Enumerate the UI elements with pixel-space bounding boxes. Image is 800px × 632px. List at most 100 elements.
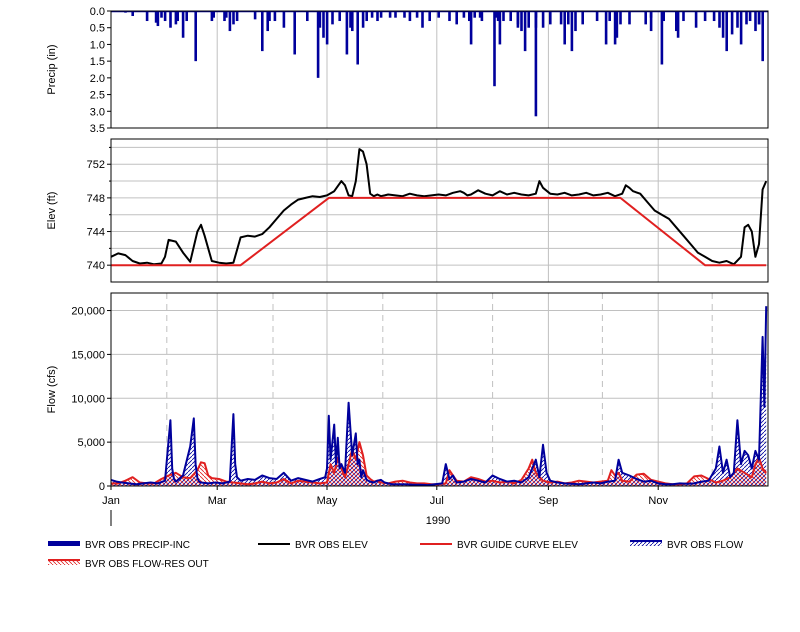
- precip-bar: [408, 11, 412, 22]
- precip-ytick-label: 3.0: [90, 106, 105, 118]
- precip-bar: [469, 11, 473, 45]
- precip-bar: [253, 11, 257, 20]
- precip-bar: [660, 11, 664, 65]
- precip-ytick-label: 2.0: [90, 73, 105, 85]
- legend-swatch-precip: [48, 541, 80, 546]
- flow-xtick-label: Sep: [539, 495, 559, 507]
- precip-bar: [757, 11, 761, 25]
- hydrograph-figure: 0.0 0.5 1.0 1.5 2.0 2.5 3.0 3.5 Precip (in) 740 74…: [0, 0, 800, 627]
- precip-bar: [163, 11, 167, 22]
- precip-bar: [559, 11, 563, 25]
- precip-bar: [235, 11, 239, 22]
- flow-xtick-label: Jan: [102, 495, 120, 507]
- precip-bar: [527, 11, 530, 28]
- precip-bar: [739, 11, 743, 45]
- precip-bar: [712, 11, 716, 22]
- precip-bar: [567, 11, 570, 25]
- precip-bar: [318, 11, 322, 28]
- flow-ytick-label: 20,000: [71, 306, 105, 318]
- flow-ytick-label: 5,000: [77, 437, 105, 449]
- precip-bar: [345, 11, 349, 55]
- precip-bar: [581, 11, 584, 25]
- precip-bar: [682, 11, 685, 22]
- precip-bar: [604, 11, 608, 45]
- precip-bar: [694, 11, 698, 28]
- precip-bar: [703, 11, 707, 22]
- flow-xtick-label: Nov: [648, 495, 668, 507]
- precip-bar: [356, 11, 359, 65]
- flow-ytick-label: 10,000: [71, 393, 105, 405]
- precip-bar: [365, 11, 368, 22]
- flow-xtick-label: May: [317, 495, 338, 507]
- precip-bar: [549, 11, 552, 25]
- precip-bar: [421, 11, 424, 28]
- flow-plot-area: [111, 293, 768, 486]
- precip-bar: [306, 11, 309, 22]
- precip-bar: [145, 11, 149, 22]
- precip-bar: [754, 11, 757, 32]
- precip-bar: [613, 11, 617, 45]
- precip-ylabel: Precip (in): [46, 44, 58, 94]
- precip-bar: [516, 11, 520, 28]
- precip-ytick-label: 0.0: [90, 6, 105, 18]
- elev-ylabel: Elev (ft): [46, 192, 58, 230]
- precip-bar: [194, 11, 197, 62]
- precip-bar: [608, 11, 611, 22]
- precip-bar: [676, 11, 680, 38]
- precip-bar: [725, 11, 728, 52]
- precip-bar: [595, 11, 599, 22]
- precip-bar: [331, 11, 334, 25]
- legend-label-res_out: BVR OBS FLOW-RES OUT: [85, 559, 209, 570]
- precip-bar: [502, 11, 505, 22]
- precip-ytick-label: 1.5: [90, 56, 105, 68]
- precip-bar: [509, 11, 512, 22]
- precip-bar: [181, 11, 185, 38]
- precip-bar: [169, 11, 172, 28]
- precip-ytick-label: 3.5: [90, 123, 105, 135]
- precip-bar: [361, 11, 365, 28]
- flow-xlabel: 1990: [426, 515, 450, 527]
- precip-bar: [455, 11, 458, 25]
- precip-ytick-label: 2.5: [90, 90, 105, 102]
- precip-bar: [498, 11, 502, 45]
- precip-bar: [736, 11, 739, 28]
- precip-bar: [156, 11, 160, 27]
- precip-bar: [649, 11, 653, 32]
- precip-bar: [523, 11, 527, 52]
- elev-plot-area: [111, 139, 768, 282]
- precip-bar: [520, 11, 523, 32]
- elev-ytick-label: 740: [87, 260, 105, 272]
- precip-bar: [349, 11, 352, 28]
- precip-bar: [730, 11, 734, 35]
- precip-ytick-label: 1.0: [90, 39, 105, 51]
- elev-panel: 740 744 748 752 Elev (ft): [46, 138, 769, 283]
- legend-label-precip: BVR OBS PRECIP-INC: [85, 540, 190, 551]
- legend-item-res_out: BVR OBS FLOW-RES OUT: [48, 559, 209, 570]
- precip-bar: [185, 11, 188, 22]
- legend-item-obs_elev: BVR OBS ELEV: [258, 540, 368, 551]
- precip-bar: [322, 11, 325, 38]
- precip-bar: [268, 11, 271, 22]
- precip-bar: [534, 11, 538, 117]
- legend-item-obs_flow: BVR OBS FLOW: [630, 540, 744, 551]
- hydrograph-svg: 0.00.51.01.52.02.53.03.5Precip (in)74074…: [46, 6, 769, 570]
- flow-xtick-label: Mar: [208, 495, 227, 507]
- precip-bar: [721, 11, 725, 38]
- precip-bar: [761, 11, 764, 62]
- legend-label-obs_flow: BVR OBS FLOW: [667, 540, 744, 551]
- flow-ytick-label: 15,000: [71, 349, 105, 361]
- flow-ylabel: Flow (cfs): [46, 366, 58, 414]
- legend-label-obs_elev: BVR OBS ELEV: [295, 540, 368, 551]
- precip-bar: [428, 11, 431, 22]
- precip-bar: [644, 11, 647, 25]
- precip-bar: [273, 11, 277, 22]
- precip-bar: [282, 11, 286, 28]
- flow-xtick-label: Jul: [430, 495, 444, 507]
- legend-label-guide_curve: BVR GUIDE CURVE ELEV: [457, 540, 578, 551]
- precip-bar: [232, 11, 235, 25]
- precip-bar: [619, 11, 622, 25]
- legend-item-guide_curve: BVR GUIDE CURVE ELEV: [420, 540, 578, 551]
- precip-bar: [261, 11, 264, 52]
- elev-ytick-label: 744: [87, 227, 105, 239]
- precip-plot-area: [111, 11, 768, 128]
